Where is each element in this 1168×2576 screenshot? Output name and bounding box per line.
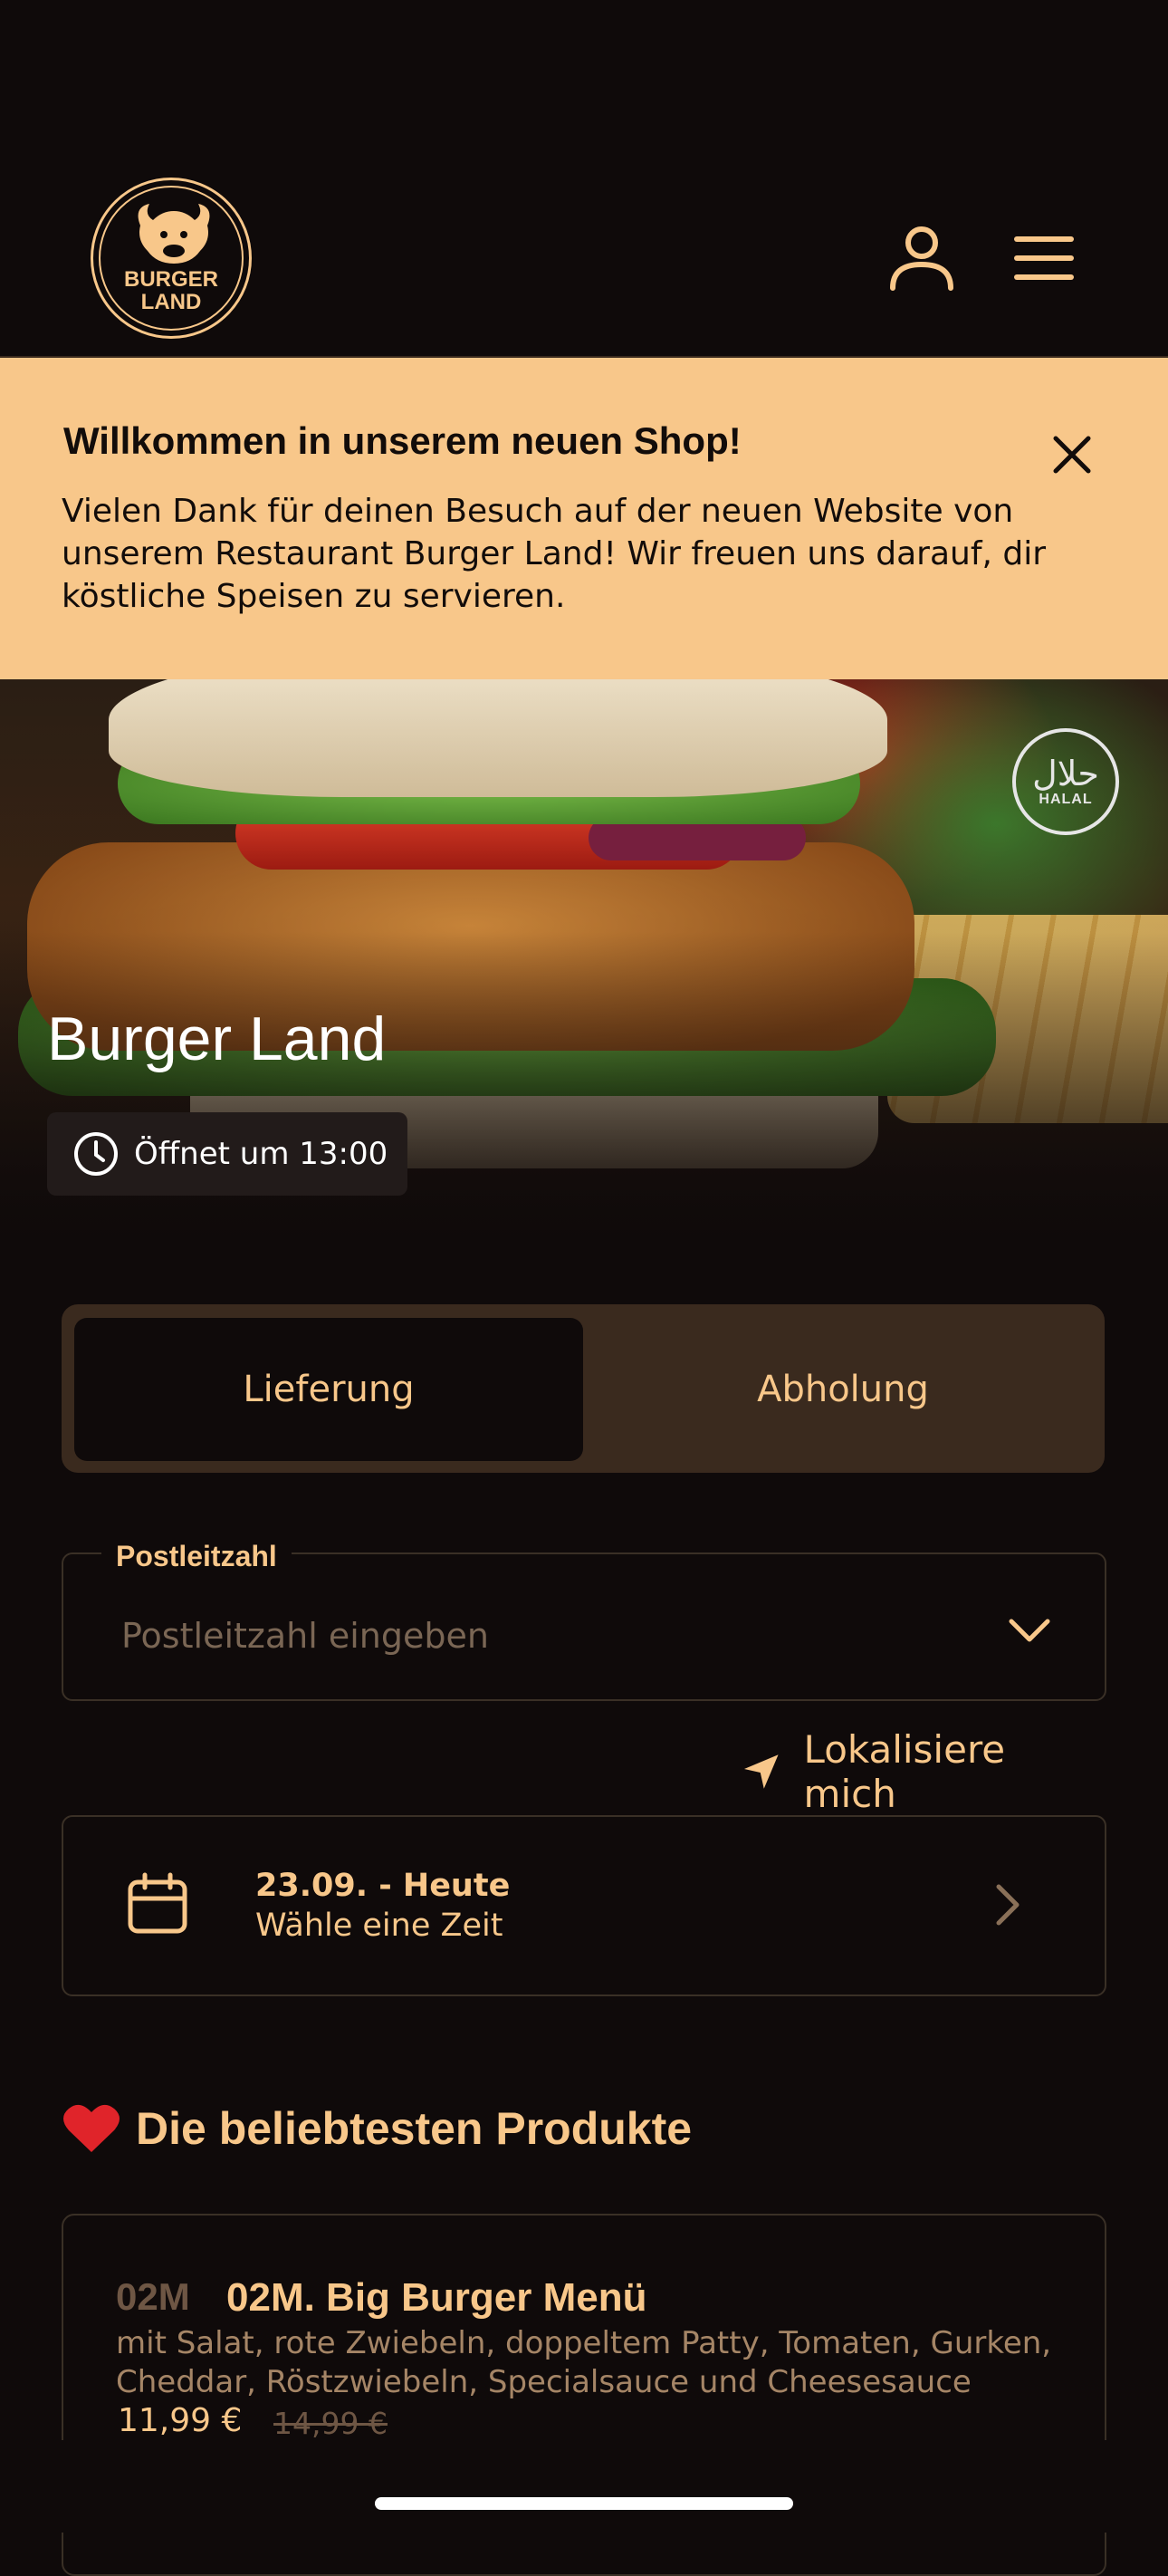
bottom-safe-area — [0, 2440, 1168, 2533]
calendar-icon — [128, 1872, 187, 1934]
user-icon[interactable] — [887, 223, 956, 292]
restaurant-name: Burger Land — [47, 1004, 387, 1073]
location-arrow-icon — [743, 1754, 779, 1789]
locate-me-label: Lokalisiere mich — [803, 1727, 1006, 1816]
postal-code-input[interactable] — [120, 1603, 938, 1668]
home-indicator[interactable] — [375, 2497, 793, 2510]
date-time-selector[interactable] — [62, 1815, 1106, 1996]
app-header: BURGER LAND — [0, 0, 1168, 358]
product-price: 11,99 € — [118, 2402, 243, 2439]
product-description: mit Salat, rote Zwiebeln, doppeltem Patt… — [116, 2325, 1052, 2400]
logo-text-line2: LAND — [140, 290, 202, 314]
product-old-price: 14,99 € — [273, 2406, 388, 2441]
clock-icon — [74, 1132, 118, 1176]
banner-title: Willkommen in unserem neuen Shop! — [63, 419, 742, 462]
burger-land-logo[interactable]: BURGER LAND — [91, 178, 252, 339]
postal-code-label: Postleitzahl — [101, 1540, 292, 1573]
popular-products-heading: Die beliebtesten Produkte — [62, 2101, 692, 2156]
heart-icon — [63, 2104, 120, 2152]
close-icon[interactable] — [1050, 433, 1094, 476]
locate-me-button[interactable]: Lokalisiere mich — [742, 1727, 1106, 1816]
halal-label: HALAL — [1039, 792, 1093, 807]
popular-products-title: Die beliebtesten Produkte — [136, 2103, 693, 2154]
selected-date: 23.09. - Heute — [255, 1868, 511, 1904]
product-code: 02M — [116, 2275, 190, 2318]
menu-icon[interactable] — [1014, 234, 1074, 283]
opening-status-text: Öffnet um 13:00 — [134, 1136, 388, 1172]
choose-time-label: Wähle eine Zeit — [255, 1908, 503, 1944]
halal-badge: حلال HALAL — [1012, 728, 1119, 835]
halal-arabic: حلال — [1032, 754, 1099, 793]
product-name: 02M. Big Burger Menü — [226, 2275, 647, 2320]
logo-text: BURGER LAND — [124, 268, 218, 313]
bull-icon — [138, 204, 210, 264]
logo-text-line1: BURGER — [123, 267, 218, 292]
tab-delivery[interactable]: Lieferung — [74, 1318, 583, 1461]
tab-pickup[interactable]: Abholung — [589, 1318, 1097, 1461]
opening-status-badge: Öffnet um 13:00 — [47, 1112, 407, 1196]
banner-text: Vielen Dank für deinen Besuch auf der ne… — [62, 493, 1047, 615]
chevron-right-icon[interactable] — [994, 1882, 1021, 1927]
chevron-down-icon[interactable] — [1007, 1616, 1052, 1645]
